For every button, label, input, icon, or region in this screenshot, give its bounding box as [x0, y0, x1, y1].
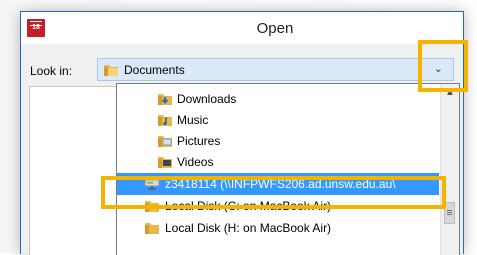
- list-item-network-drive[interactable]: z3418114 (\\INFPWFS206.ad.unsw.edu.au\: [117, 173, 439, 195]
- chevron-down-icon[interactable]: ⌄: [434, 62, 443, 75]
- dialog-title: Open: [256, 20, 294, 37]
- look-in-label: Look in:: [30, 64, 73, 78]
- videos-folder-icon: [157, 154, 173, 170]
- network-drive-icon: [144, 176, 160, 192]
- open-dialog: 18 Open Look in: Documents ⌄ Downloads M…: [20, 11, 464, 255]
- downloads-folder-icon: [157, 91, 173, 107]
- list-item-label: Local Disk (C: on MacBook Air): [165, 199, 332, 213]
- look-in-selected-value: Documents: [124, 63, 185, 77]
- pictures-folder-icon: [157, 133, 173, 149]
- scrollbar-thumb[interactable]: [444, 202, 455, 224]
- grip-line: [447, 214, 452, 215]
- list-item-music[interactable]: Music: [117, 109, 439, 131]
- list-item-label: Videos: [177, 155, 214, 169]
- list-item-label: Local Disk (H: on MacBook Air): [165, 221, 332, 235]
- music-folder-icon: [157, 112, 173, 128]
- folder-icon: [103, 62, 119, 83]
- dropdown-scrollbar[interactable]: ▲: [440, 84, 459, 255]
- list-item-pictures[interactable]: Pictures: [117, 130, 439, 152]
- list-item-label: Pictures: [177, 134, 221, 148]
- dialog-body: Look in: Documents ⌄ Downloads Music Pic…: [21, 44, 463, 255]
- local-disk-icon: [144, 198, 160, 214]
- look-in-dropdown-list[interactable]: Downloads Music Pictures Videos z3418114…: [116, 83, 460, 255]
- title-bar: 18 Open: [21, 12, 463, 44]
- list-item-downloads[interactable]: Downloads: [117, 88, 439, 110]
- list-item-videos[interactable]: Videos: [117, 151, 439, 173]
- look-in-combobox[interactable]: Documents ⌄: [97, 58, 454, 81]
- grip-line: [447, 210, 452, 211]
- list-item-local-disk-h[interactable]: Local Disk (H: on MacBook Air): [117, 217, 439, 239]
- grip-line: [447, 212, 452, 213]
- list-item-label: z3418114 (\\INFPWFS206.ad.unsw.edu.au\: [165, 177, 396, 191]
- places-panel[interactable]: [29, 86, 125, 255]
- local-disk-icon: [144, 220, 160, 236]
- list-item-local-disk-c[interactable]: Local Disk (C: on MacBook Air): [117, 195, 439, 217]
- list-item-label: Music: [177, 113, 209, 127]
- list-item-label: Downloads: [177, 92, 237, 106]
- chevron-up-icon[interactable]: ▲: [442, 85, 458, 101]
